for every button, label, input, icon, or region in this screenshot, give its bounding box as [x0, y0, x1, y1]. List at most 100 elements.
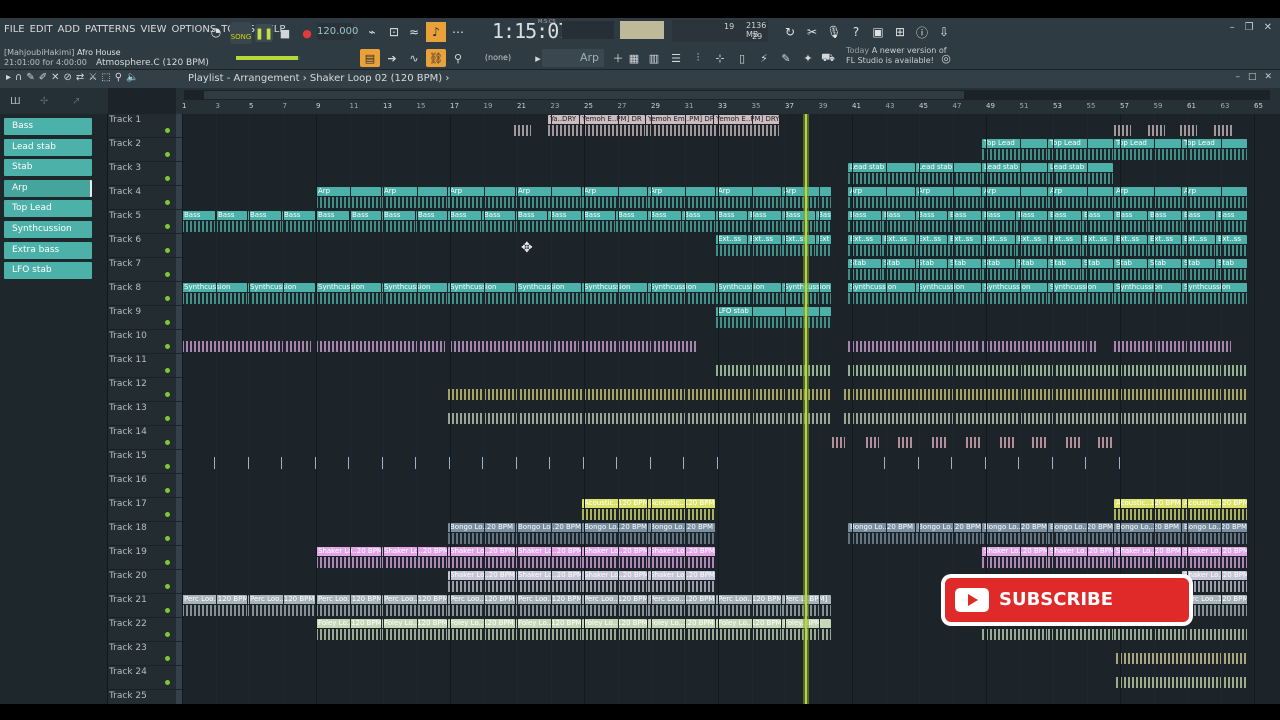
track-mute-led[interactable] [165, 296, 170, 301]
close-icon[interactable]: ✕ [1264, 22, 1272, 33]
clip[interactable]: Synthcussion [182, 283, 247, 305]
track-mute-led[interactable] [165, 320, 170, 325]
clip[interactable]: Acoustic..120 BPM [582, 499, 647, 521]
select-tool-icon[interactable]: ⬚ [101, 72, 110, 83]
clip[interactable]: Ext..ss [748, 235, 781, 257]
clip[interactable]: Foley Lo..120 BPM [582, 619, 647, 641]
clip[interactable] [716, 355, 831, 377]
clip[interactable]: Bongo Lo..20 BPM [582, 523, 647, 545]
clip[interactable]: Bongo Lo..20 BPM [1114, 523, 1181, 545]
track-mute-led[interactable] [165, 632, 170, 637]
clip[interactable]: Foley Lo..120 BPM [648, 619, 715, 641]
clip[interactable]: Ext..ss [1114, 235, 1147, 257]
track-header[interactable]: Track 10 [108, 330, 182, 354]
undo-icon[interactable]: ↻ [780, 22, 800, 42]
pattern-view-icon[interactable]: Ш [10, 96, 21, 107]
clip[interactable]: Bass [182, 211, 215, 233]
track-header[interactable]: Track 24 [108, 666, 182, 690]
playlist-close-icon[interactable]: ✕ [1264, 72, 1272, 82]
clip[interactable]: Arp [1114, 187, 1181, 209]
clip[interactable]: Synthcussion [982, 283, 1047, 305]
clip[interactable]: Bass [382, 211, 415, 233]
clip[interactable]: Synthcussion [916, 283, 981, 305]
plugin-icon[interactable]: ⊞ [890, 22, 910, 42]
clip[interactable]: Bass [782, 211, 815, 233]
timeline-ruler[interactable]: 1 3 5 7 9 11 13 15 17 19 21 23 25 27 29 31 33 35 37 39 41 43 4… [176, 88, 1280, 114]
track-header[interactable]: Track 19 [108, 546, 182, 570]
clip[interactable]: Bongo Lo..20 BPM [448, 523, 515, 545]
clip[interactable]: Yemoh E..PM] DRY [714, 115, 779, 137]
track-mute-led[interactable] [165, 392, 170, 397]
clip[interactable]: LFO stab [716, 307, 831, 329]
track-header[interactable]: Track 16 [108, 474, 182, 498]
link-icon[interactable]: ⛓ [426, 49, 446, 67]
track-mute-led[interactable] [165, 176, 170, 181]
clip[interactable]: Ext..ss [882, 235, 915, 257]
clip[interactable]: Stab [1016, 259, 1047, 281]
clip[interactable] [866, 427, 879, 449]
clip[interactable]: Acoustic..120 BPM [648, 499, 715, 521]
slip-tool-icon[interactable]: ⇄ [76, 72, 84, 83]
track-header[interactable]: Track 7 [108, 258, 182, 282]
clip[interactable]: Ya..DRY [548, 115, 579, 137]
automation-view-icon[interactable]: ↗ [72, 96, 80, 107]
track-header[interactable]: Track 17 [108, 498, 182, 522]
clip[interactable]: Perc Loo..120 BPM [516, 595, 581, 617]
clip[interactable]: Shaker Lo..20 BPM [582, 571, 647, 593]
clip[interactable]: Foley Lo..120 BPM [382, 619, 447, 641]
clip[interactable]: Bass [1016, 211, 1047, 233]
clip[interactable] [1114, 115, 1131, 137]
clip[interactable]: Arp [582, 187, 647, 209]
microphone-icon[interactable]: 🎙 [824, 22, 844, 42]
track-header[interactable]: Track 22 [108, 618, 182, 642]
picker-item-bass[interactable]: Bass [4, 118, 92, 135]
audio-view-icon[interactable]: ✢ [40, 96, 48, 107]
download-icon[interactable]: ⇩ [934, 22, 954, 42]
stamp-icon[interactable]: ⚲ [448, 49, 468, 67]
clip[interactable]: Yemoh Em..PM] DRY [646, 115, 713, 137]
clip[interactable]: Shaker Lo..20 BPM [516, 547, 581, 569]
browser-icon[interactable]: ▯ [732, 49, 752, 67]
picker-item-synthcussion[interactable]: Synthcussion [4, 221, 92, 238]
clip[interactable]: Bass [416, 211, 447, 233]
clip[interactable] [316, 331, 445, 353]
track-mute-led[interactable] [165, 464, 170, 469]
track-header[interactable]: Track 8 [108, 282, 182, 306]
clip[interactable]: Perc Loo..120 BPM [582, 595, 647, 617]
bird-icon[interactable]: ✦ [798, 49, 818, 67]
clip[interactable]: Shaker Lo..20 BPM [382, 547, 447, 569]
clip[interactable]: Lead stab [1048, 163, 1113, 185]
clip[interactable]: Shaker Lo..20 BPM [448, 571, 515, 593]
clip[interactable]: Stab [916, 259, 947, 281]
cut-icon[interactable]: ✂ [802, 22, 822, 42]
typing-keyboard-icon[interactable]: ⌁ [362, 22, 382, 42]
clip[interactable]: Bass [648, 211, 681, 233]
clip[interactable]: Synthcussion [848, 283, 915, 305]
clip[interactable]: Lead stab [982, 163, 1047, 185]
track-header[interactable]: Track 15 [108, 450, 182, 474]
track-header[interactable]: Track 1 [108, 114, 182, 138]
channel-rack-icon[interactable]: ▥ [644, 49, 664, 67]
clip[interactable]: Shaker Lo..20 BPM [1114, 547, 1181, 569]
metronome-knob-icon[interactable]: ◔ [206, 22, 226, 42]
track-mute-led[interactable] [165, 416, 170, 421]
track-mute-led[interactable] [165, 584, 170, 589]
clip[interactable]: Lead stab [848, 163, 915, 185]
master-volume-slider[interactable] [236, 56, 300, 60]
track-header[interactable]: Track 5 [108, 210, 182, 234]
clip[interactable] [1032, 427, 1047, 449]
clip[interactable]: Perc Loo..120 BPM [716, 595, 781, 617]
picker-item-extra-bass[interactable]: Extra bass [4, 241, 92, 259]
minimize-icon[interactable]: – [1230, 22, 1235, 33]
save-icon[interactable]: ▣ [868, 22, 888, 42]
delete-tool-icon[interactable]: ✕ [51, 72, 59, 83]
clip[interactable]: Synthcussion [1114, 283, 1181, 305]
clip[interactable] [448, 403, 831, 425]
clip[interactable]: Bass [916, 211, 947, 233]
track-mute-led[interactable] [165, 536, 170, 541]
clip[interactable]: Synthcussion [582, 283, 647, 305]
playhead[interactable] [805, 114, 807, 704]
clip[interactable]: Shaker Lo..20 BPM [516, 571, 581, 593]
picker-item-stab[interactable]: Stab [4, 159, 92, 177]
clip[interactable]: Foley Lo..120 BPM [716, 619, 781, 641]
